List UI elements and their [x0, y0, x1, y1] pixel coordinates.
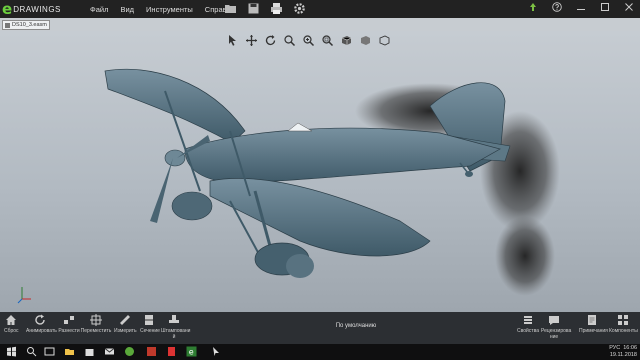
smoke-plume: [495, 216, 555, 296]
close-icon[interactable]: [622, 2, 636, 16]
measure-icon: [120, 315, 130, 325]
explode-icon: [64, 316, 74, 324]
task-view-icon[interactable]: [44, 346, 55, 357]
svg-text:e: e: [189, 348, 194, 357]
minimize-icon[interactable]: [574, 2, 588, 16]
view-toolbar: [226, 34, 391, 47]
utorrent-icon[interactable]: [124, 346, 135, 357]
section-icon: [145, 315, 153, 325]
notes-button-label: Примечания: [579, 328, 608, 334]
language-indicator[interactable]: РУС: [609, 345, 620, 352]
menu-item-view[interactable]: Вид: [120, 5, 134, 14]
logo-word: DRAWINGS: [13, 4, 61, 14]
quick-toolbar: [224, 2, 306, 15]
stamp-button[interactable]: Штамповани й: [161, 314, 191, 344]
zoom-in-icon[interactable]: [302, 34, 315, 47]
section-button-label: Сечение: [140, 328, 160, 334]
components-icon: [618, 315, 628, 325]
move-button-label: Переместить: [80, 328, 112, 334]
animate-button[interactable]: Анимировать: [26, 314, 57, 344]
pan-icon[interactable]: [245, 34, 258, 47]
clock-time[interactable]: 16:06: [623, 345, 637, 352]
reset-button[interactable]: Сброс: [4, 314, 19, 344]
configuration-label[interactable]: По умолчанию: [300, 323, 412, 329]
stamp-button-label: Штамповани й: [161, 328, 191, 340]
save-icon[interactable]: [247, 2, 260, 15]
upload-icon[interactable]: [526, 2, 540, 16]
measure-button-label: Измерить: [114, 328, 137, 334]
projection-icon[interactable]: [378, 34, 391, 47]
components-button-label: Компоненты: [609, 328, 638, 334]
review-button-label: Рецензирова ние: [541, 328, 572, 340]
logo-letter: e: [2, 0, 13, 18]
maximize-icon[interactable]: [598, 2, 612, 16]
standard-views-icon[interactable]: [340, 34, 353, 47]
gear-icon[interactable]: [293, 2, 306, 15]
help-icon[interactable]: [550, 2, 564, 16]
pointer-app-icon[interactable]: [210, 346, 221, 357]
axis-triad: [17, 287, 31, 304]
document-tab-label: DS10_3.easm: [12, 22, 47, 28]
menu-bar: Файл Вид Инструменты Справка: [90, 0, 234, 18]
clock-date[interactable]: 19.11.2018: [609, 352, 637, 359]
move-button[interactable]: Переместить: [80, 314, 112, 344]
properties-button[interactable]: Свойства: [517, 314, 539, 344]
solidworks-icon[interactable]: [166, 346, 177, 357]
measure-button[interactable]: Измерить: [114, 314, 137, 344]
windows-start-icon[interactable]: [6, 346, 17, 357]
zoom-area-icon[interactable]: [321, 34, 334, 47]
stamp-icon: [169, 315, 179, 323]
components-button[interactable]: Компоненты: [609, 314, 638, 344]
document-tab-bar: DS10_3.easm: [0, 18, 640, 32]
properties-button-label: Свойства: [517, 328, 539, 334]
review-button[interactable]: Рецензирова ние: [541, 314, 572, 344]
menu-item-file[interactable]: Файл: [90, 5, 108, 14]
display-style-icon[interactable]: [359, 34, 372, 47]
search-icon[interactable]: [26, 346, 37, 357]
properties-icon: [524, 316, 532, 324]
assembly-file-icon: [5, 22, 10, 28]
move-icon: [90, 314, 102, 326]
airplane-model: [17, 68, 560, 304]
open-folder-icon[interactable]: [224, 2, 237, 15]
model-viewport[interactable]: [0, 31, 640, 312]
menu-item-tools[interactable]: Инструменты: [146, 5, 193, 14]
notes-button[interactable]: Примечания: [579, 314, 608, 344]
animate-button-label: Анимировать: [26, 328, 57, 334]
explorer-icon[interactable]: [64, 346, 75, 357]
media-app-icon[interactable]: [146, 346, 157, 357]
bottom-command-bar: Сброс Анимировать Разнести Переместить И…: [0, 312, 640, 344]
window-controls: [526, 2, 636, 16]
zoom-to-fit-icon[interactable]: [283, 34, 296, 47]
explode-button-label: Разнести: [58, 328, 80, 334]
store-icon[interactable]: [84, 346, 95, 357]
mail-icon[interactable]: [104, 346, 115, 357]
title-bar: e DRAWINGS Файл Вид Инструменты Справка: [0, 0, 640, 18]
os-taskbar: e РУС 16:06 19.11.2018: [0, 344, 640, 360]
home-icon: [6, 315, 16, 325]
edrawings-taskbar-icon[interactable]: e: [186, 346, 197, 357]
review-icon: [549, 316, 559, 325]
section-button[interactable]: Сечение: [140, 314, 160, 344]
document-tab[interactable]: DS10_3.easm: [2, 20, 50, 30]
app-logo: e DRAWINGS: [2, 1, 61, 17]
print-icon[interactable]: [270, 2, 283, 15]
reset-button-label: Сброс: [4, 328, 19, 334]
system-tray: РУС 16:06 19.11.2018: [609, 345, 637, 359]
notes-icon: [588, 315, 596, 325]
animate-icon: [35, 314, 45, 325]
explode-button[interactable]: Разнести: [58, 314, 80, 344]
rotate-icon[interactable]: [264, 34, 277, 47]
select-cursor-icon[interactable]: [226, 34, 239, 47]
